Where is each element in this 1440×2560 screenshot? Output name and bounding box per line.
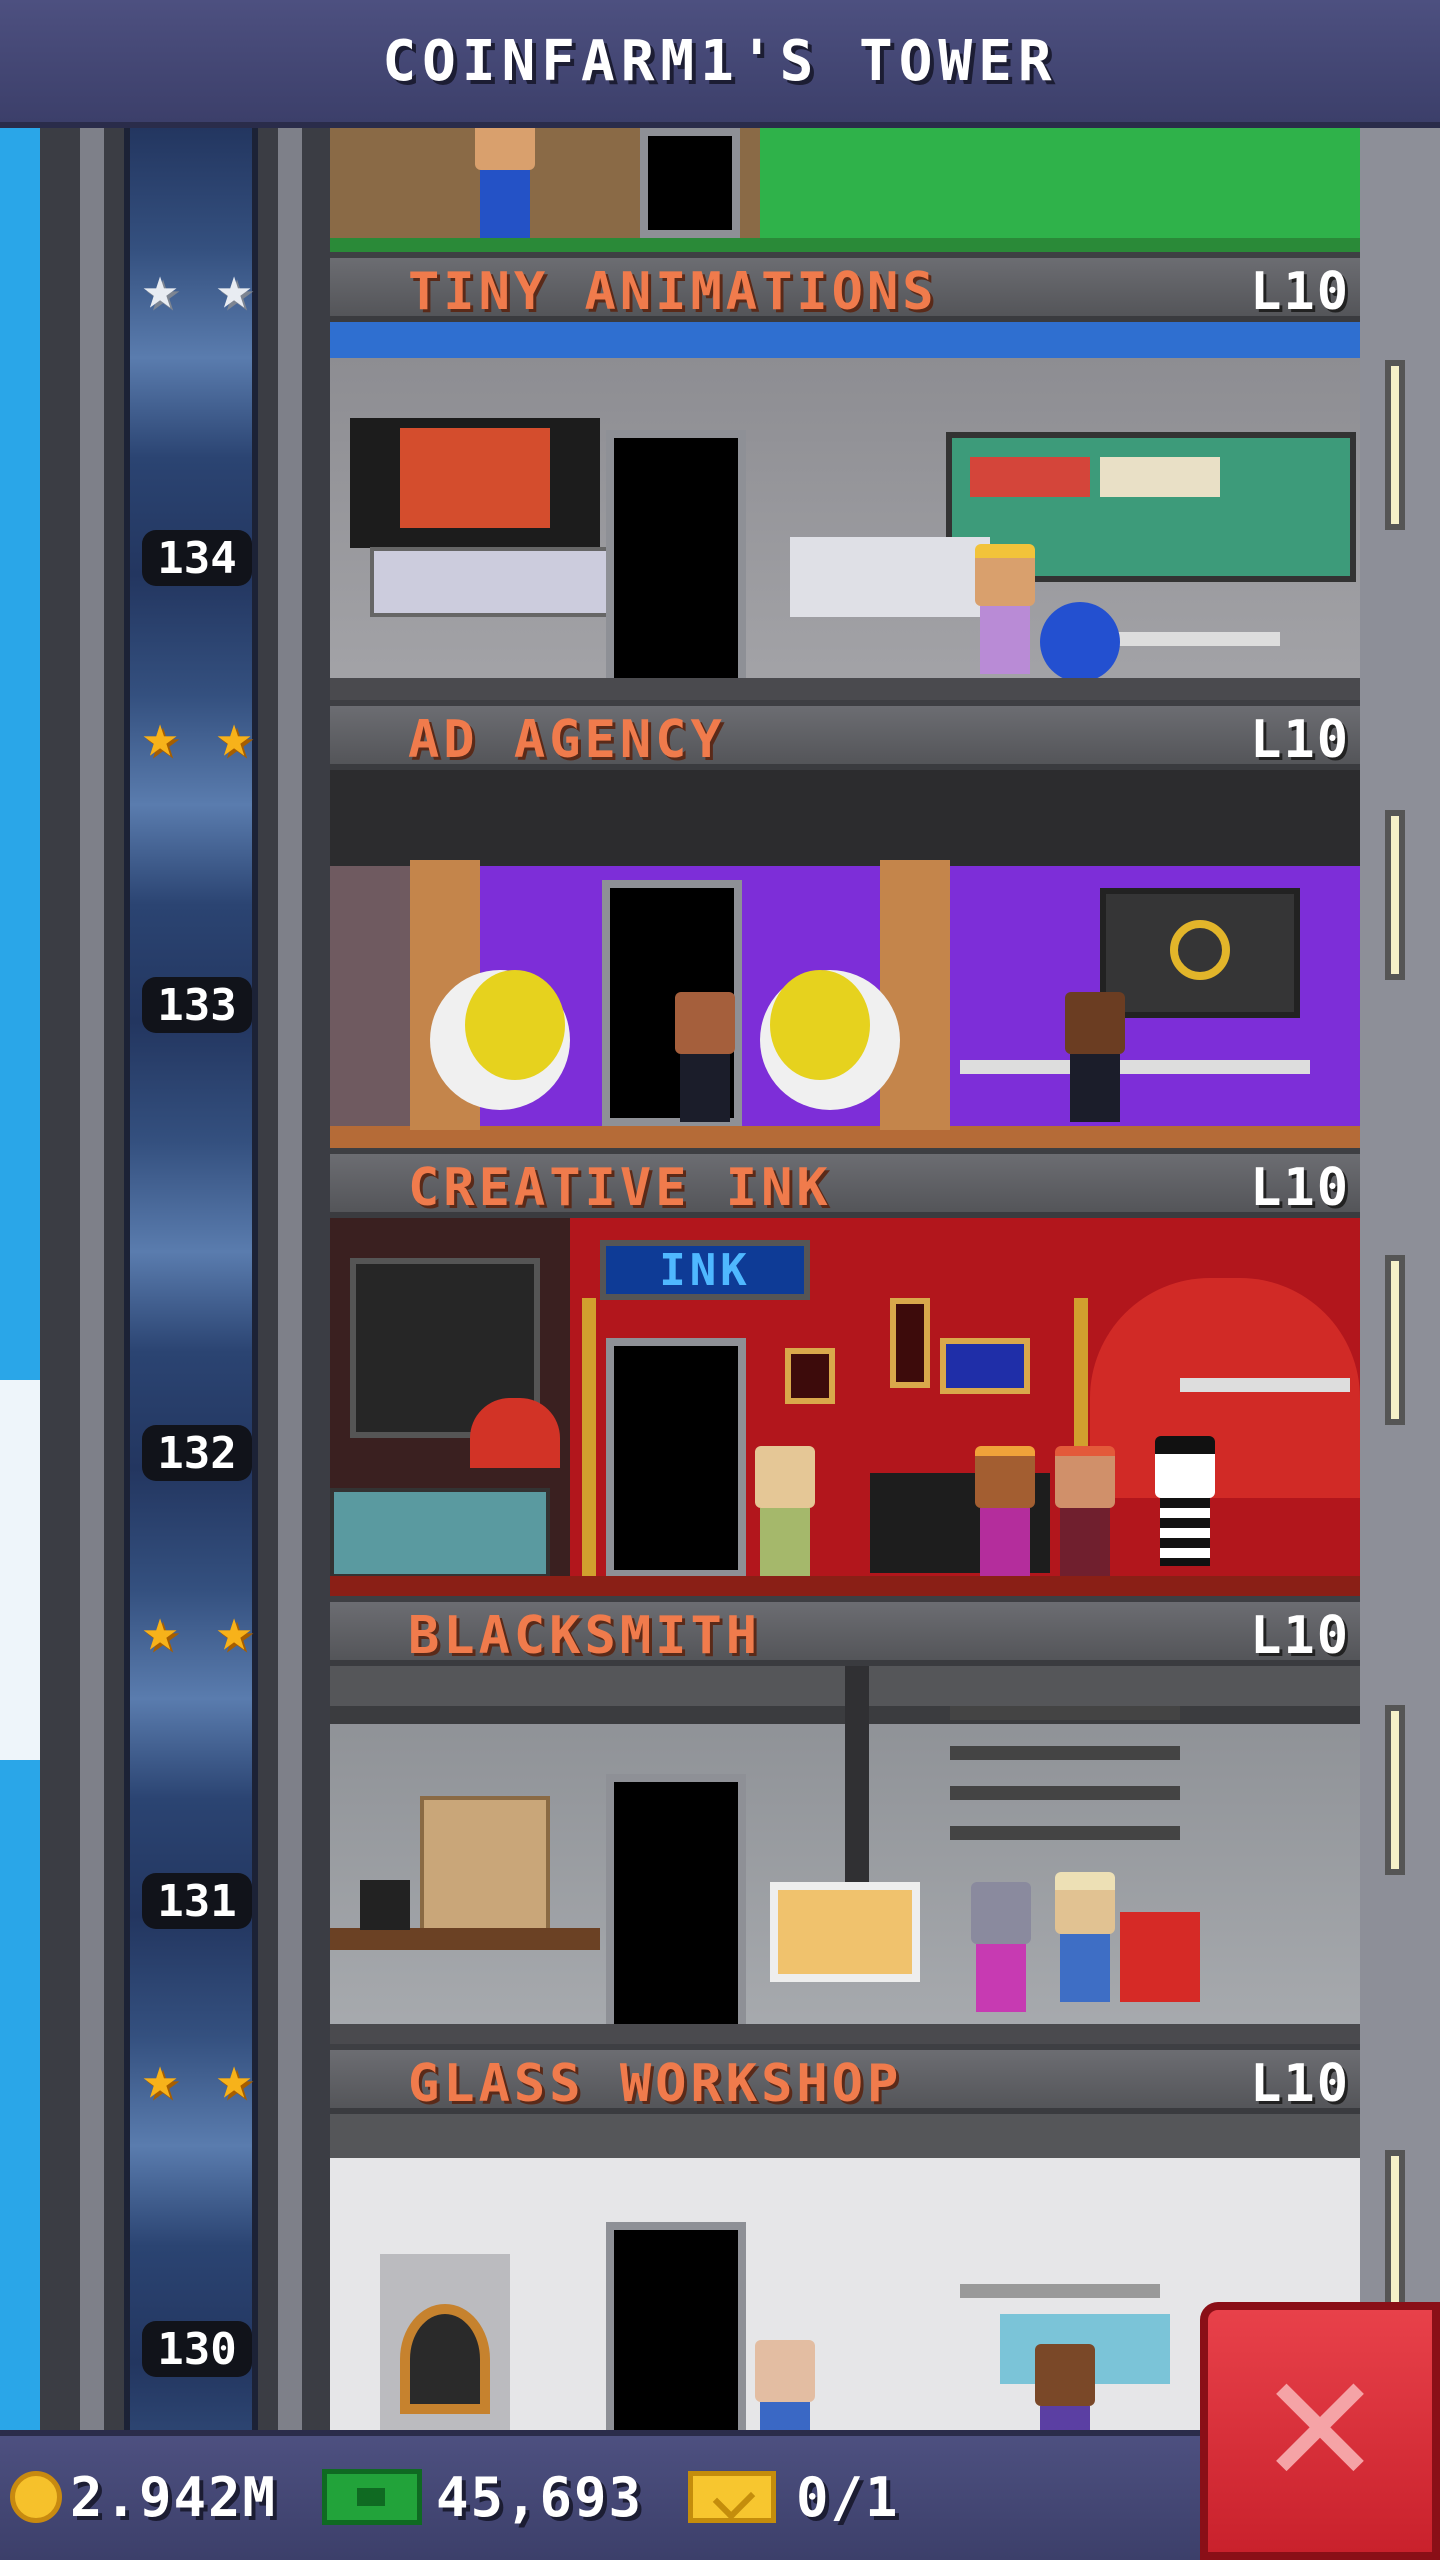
cloud bbox=[0, 1380, 40, 1760]
room-tiny-animations[interactable] bbox=[330, 322, 1360, 700]
bux-value: 45,693 bbox=[436, 2465, 644, 2529]
floor-number-134: 134 bbox=[142, 530, 252, 586]
bux-icon bbox=[322, 2469, 422, 2525]
tenant[interactable] bbox=[1050, 1872, 1120, 2002]
wall-window bbox=[1385, 810, 1405, 980]
tenant[interactable] bbox=[970, 1446, 1040, 1576]
floor-header-glass-workshop[interactable]: GLASS WORKSHOP L10 bbox=[330, 2044, 1360, 2114]
title-bar: COINFARM1'S TOWER bbox=[0, 0, 1440, 128]
floor-number-131: 131 bbox=[142, 1873, 252, 1929]
gold-star-icon: ★ bbox=[141, 2043, 179, 2113]
tenant[interactable] bbox=[1150, 1436, 1220, 1566]
floor-number-130: 130 bbox=[142, 2321, 252, 2377]
gold-star-icon: ★ bbox=[215, 1595, 253, 1665]
close-button[interactable]: ✕ bbox=[1200, 2302, 1440, 2560]
tower-title: COINFARM1'S TOWER bbox=[382, 28, 1058, 94]
room-creative-ink[interactable]: INK bbox=[330, 1218, 1360, 1596]
floor-level: L10 bbox=[1250, 1158, 1350, 1218]
tenant[interactable] bbox=[1060, 992, 1130, 1122]
floor-header-blacksmith[interactable]: BLACKSMITH L10 bbox=[330, 1596, 1360, 1666]
floor-level: L10 bbox=[1250, 262, 1350, 322]
floor-level: L10 bbox=[1250, 2054, 1350, 2114]
tickets-display[interactable]: 0/1 bbox=[688, 2460, 900, 2534]
tenant[interactable] bbox=[750, 2340, 820, 2430]
wall-window bbox=[1385, 2150, 1405, 2320]
coins-display[interactable]: 2.942M bbox=[10, 2460, 277, 2534]
tenant[interactable] bbox=[670, 992, 740, 1122]
tenant[interactable] bbox=[970, 544, 1040, 674]
tenant[interactable] bbox=[1050, 1446, 1120, 1576]
floor-number-133: 133 bbox=[142, 977, 252, 1033]
room-blacksmith[interactable] bbox=[330, 1666, 1360, 2044]
ink-sign: INK bbox=[600, 1240, 810, 1300]
floor-header-ad-agency[interactable]: AD AGENCY L10 bbox=[330, 700, 1360, 770]
gold-star-icon: ★ bbox=[215, 2043, 253, 2113]
tenant[interactable] bbox=[1030, 2344, 1100, 2430]
elevator-rail-right bbox=[278, 128, 302, 2430]
silver-star-icon: ★ bbox=[215, 253, 253, 323]
gold-star-icon: ★ bbox=[215, 701, 253, 771]
ticket-icon bbox=[688, 2471, 776, 2523]
floor-number-132: 132 bbox=[142, 1425, 252, 1481]
floor-level: L10 bbox=[1250, 710, 1350, 770]
floor-135-room[interactable] bbox=[330, 128, 1360, 252]
bux-display[interactable]: 45,693 bbox=[322, 2460, 643, 2534]
wall-window bbox=[1385, 1705, 1405, 1875]
coins-value: 2.942M bbox=[70, 2465, 278, 2529]
coin-icon bbox=[10, 2471, 62, 2523]
gold-star-icon: ★ bbox=[141, 701, 179, 771]
floor-name: GLASS WORKSHOP bbox=[408, 2054, 903, 2114]
wall-window bbox=[1385, 360, 1405, 530]
floor-name: AD AGENCY bbox=[408, 710, 726, 770]
wall-window bbox=[1385, 1255, 1405, 1425]
floor-name: BLACKSMITH bbox=[408, 1606, 762, 1666]
sky-background bbox=[0, 128, 40, 2430]
floor-header-creative-ink[interactable]: CREATIVE INK L10 bbox=[330, 1148, 1360, 1218]
floor-name: CREATIVE INK bbox=[408, 1158, 832, 1218]
room-ad-agency[interactable] bbox=[330, 770, 1360, 1148]
close-icon: ✕ bbox=[1257, 2344, 1383, 2518]
floor-header-tiny-animations[interactable]: TINY ANIMATIONS L10 bbox=[330, 252, 1360, 322]
tenant[interactable] bbox=[750, 1446, 820, 1576]
elevator-rail-left bbox=[80, 128, 104, 2430]
silver-star-icon: ★ bbox=[141, 253, 179, 323]
floor-level: L10 bbox=[1250, 1606, 1350, 1666]
floor-name: TINY ANIMATIONS bbox=[408, 262, 938, 322]
tenant[interactable] bbox=[470, 128, 540, 238]
gold-star-icon: ★ bbox=[141, 1595, 179, 1665]
tickets-value: 0/1 bbox=[796, 2465, 900, 2529]
tenant[interactable] bbox=[966, 1882, 1036, 2012]
